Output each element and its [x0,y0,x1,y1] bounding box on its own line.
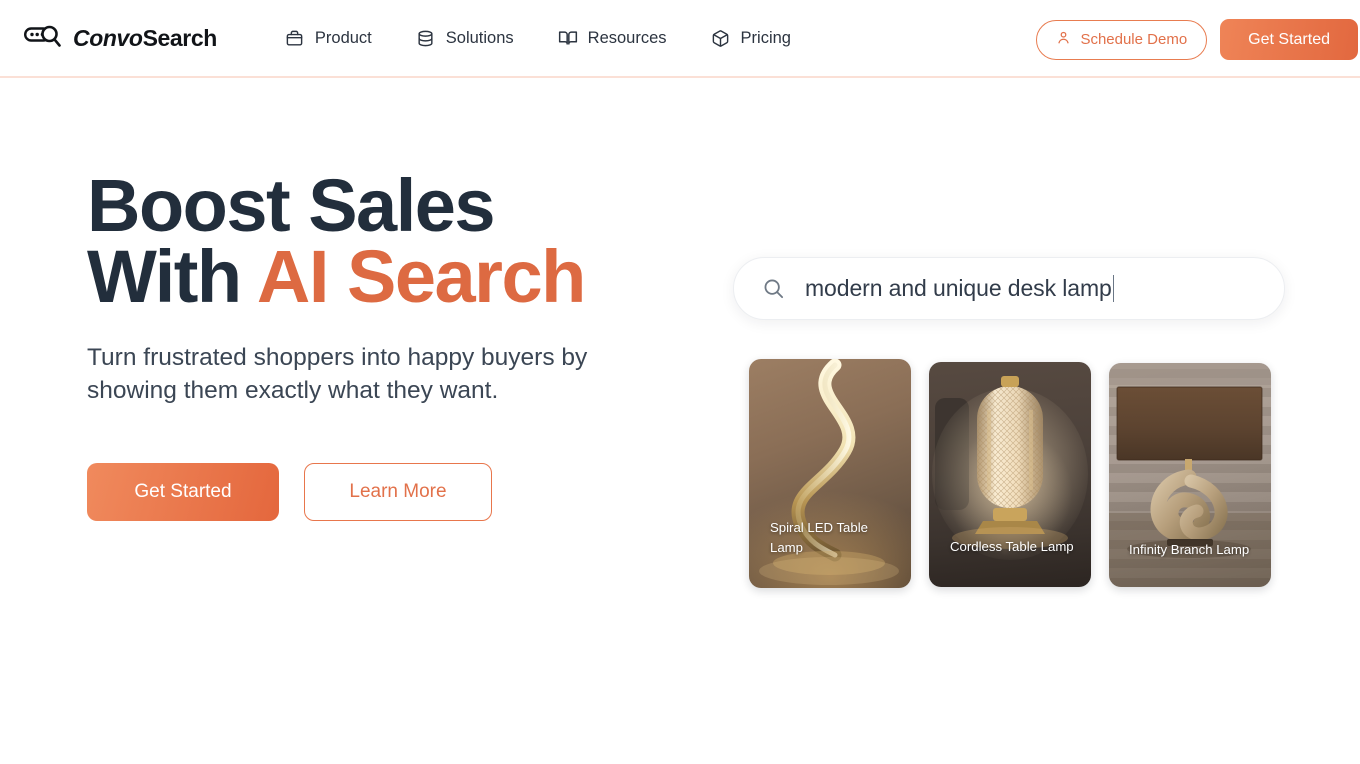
product-card[interactable]: Spiral LED Table Lamp [749,359,911,588]
product-card[interactable]: Infinity Branch Lamp [1109,363,1271,587]
nav-item-label: Product [314,28,372,47]
product-card-title: Cordless Table Lamp [950,539,1074,555]
get-started-hero-button[interactable]: Get Started [87,462,279,521]
site-header: ConvoSearch Product Solutions Resources … [0,0,1360,78]
nav-item-solutions[interactable]: Solutions [394,20,536,56]
search-icon [762,277,785,300]
product-card-title: Spiral LED Table Lamp [770,520,868,556]
hero-section: Boost Sales With AI Search Turn frustrat… [0,78,1360,688]
package-icon [285,28,305,48]
main-navigation: Product Solutions Resources Pricing [263,20,813,56]
get-started-header-button[interactable]: Get Started [1220,19,1358,60]
book-open-icon [558,28,578,48]
nav-item-product[interactable]: Product [263,20,394,56]
nav-item-label: Pricing [740,28,791,47]
product-card[interactable]: Cordless Table Lamp [929,362,1091,587]
search-input-value: modern and unique desk lamp [805,275,1112,301]
search-bar-magnifier-logo-icon [24,24,66,53]
nav-item-pricing[interactable]: Pricing [689,20,813,56]
nav-item-label: Solutions [445,28,514,47]
learn-more-button[interactable]: Learn More [304,462,492,521]
hero-subtitle: Turn frustrated shoppers into happy buye… [87,344,588,404]
hero-title-line2-plain: With [87,235,257,319]
page-title: Boost Sales With AI Search [87,169,707,314]
schedule-demo-button[interactable]: Schedule Demo [1036,19,1208,60]
search-demo-panel: modern and unique desk lamp Spiral LED T… [733,257,1285,588]
hero-copy: Boost Sales With AI Search Turn frustrat… [87,169,707,521]
search-results-cards: Spiral LED Table Lamp Cordless Table Lam… [733,359,1285,588]
schedule-demo-label: Schedule Demo [1080,31,1188,48]
nav-item-resources[interactable]: Resources [536,20,689,56]
hero-title-line2-accent: AI Search [256,235,586,319]
header-actions: Schedule Demo Get Started [1036,19,1360,60]
brand-name: ConvoSearch [73,24,217,51]
box-3d-icon [711,28,731,48]
hero-button-group: Get Started Learn More [87,462,707,521]
nav-item-label: Resources [587,28,667,47]
brand-logo[interactable]: ConvoSearch [24,24,217,53]
text-cursor [1112,275,1115,302]
user-icon [1056,30,1071,49]
database-icon [416,28,436,48]
search-input[interactable]: modern and unique desk lamp [733,257,1285,320]
product-card-title: Infinity Branch Lamp [1129,542,1250,558]
